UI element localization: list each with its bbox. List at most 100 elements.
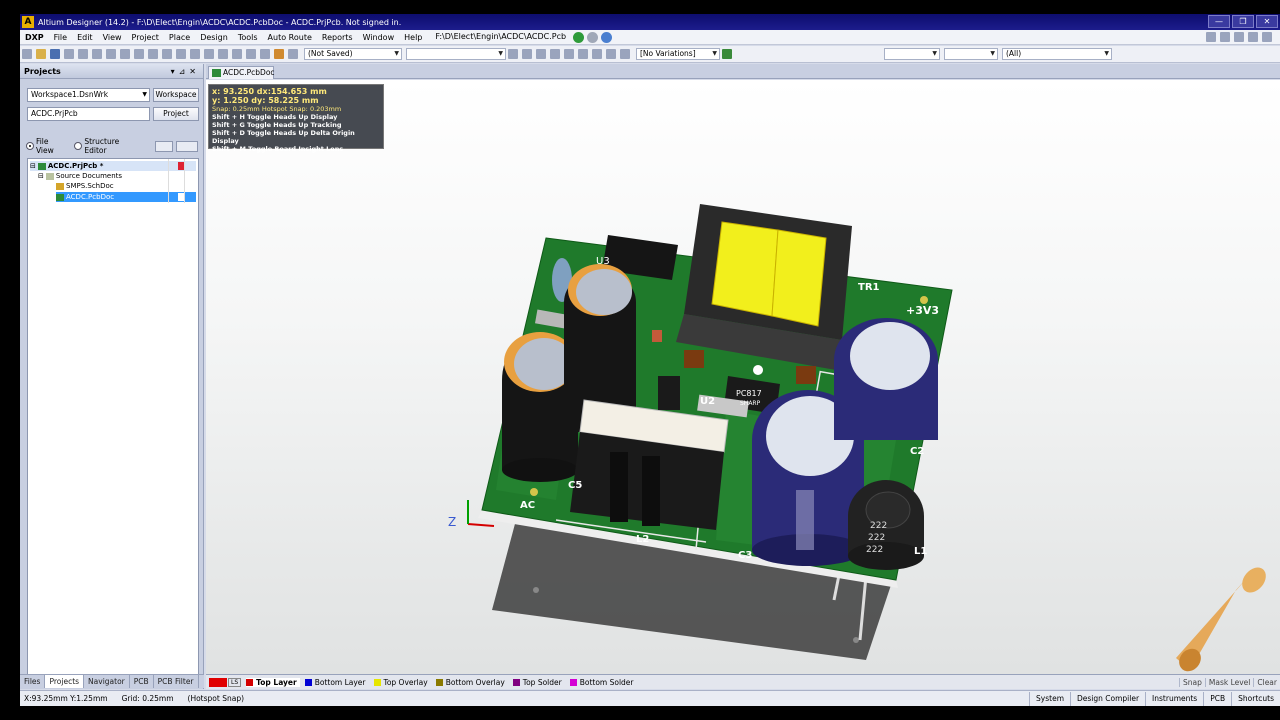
minimize-icon[interactable]: —: [1208, 15, 1230, 28]
menu-project[interactable]: Project: [127, 33, 164, 42]
view-config-combo[interactable]: ▼: [406, 48, 506, 60]
saved-combo[interactable]: (Not Saved) ▼: [304, 48, 402, 60]
highlight-icon[interactable]: [274, 49, 284, 59]
menu-file[interactable]: File: [49, 33, 72, 42]
maximize-icon[interactable]: ❐: [1232, 15, 1254, 28]
move-icon[interactable]: [204, 49, 214, 59]
zoom-area-icon[interactable]: [92, 49, 102, 59]
open-icon[interactable]: [36, 49, 46, 59]
place-component-icon[interactable]: [620, 49, 630, 59]
status-pcb-button[interactable]: PCB: [1203, 692, 1231, 706]
project-button[interactable]: Project: [153, 107, 199, 121]
select-area-icon[interactable]: [190, 49, 200, 59]
back-icon[interactable]: [587, 31, 599, 43]
variations-combo[interactable]: [No Variations] ▼: [636, 48, 720, 60]
menu-view[interactable]: View: [98, 33, 127, 42]
layer-tab-top-layer[interactable]: Top Layer: [246, 677, 300, 687]
paste-icon[interactable]: [162, 49, 172, 59]
print-icon[interactable]: [64, 49, 74, 59]
cut-icon[interactable]: [134, 49, 144, 59]
file-view-radio[interactable]: [26, 142, 34, 150]
help-icon[interactable]: [288, 49, 298, 59]
close-icon[interactable]: ✕: [1256, 15, 1278, 28]
menu-help[interactable]: Help: [399, 33, 427, 42]
clear-button[interactable]: Clear: [1253, 677, 1280, 687]
status-instruments-button[interactable]: Instruments: [1145, 692, 1203, 706]
menu-tools[interactable]: Tools: [233, 33, 263, 42]
menu-auto-route[interactable]: Auto Route: [263, 33, 317, 42]
copy-icon[interactable]: [148, 49, 158, 59]
go-forward-icon[interactable]: [573, 31, 585, 43]
workspace-select[interactable]: Workspace1.DsnWrk ▼: [27, 88, 150, 102]
status-shortcuts-button[interactable]: Shortcuts: [1231, 692, 1280, 706]
zoom-fit-icon[interactable]: [78, 49, 88, 59]
panel-tab-files[interactable]: Files: [20, 675, 46, 688]
variant-icon[interactable]: [722, 49, 732, 59]
menu-edit[interactable]: Edit: [72, 33, 98, 42]
status-design-compiler-button[interactable]: Design Compiler: [1070, 692, 1145, 706]
snap-button[interactable]: Snap: [1179, 677, 1205, 687]
panel-tab-navigator[interactable]: Navigator: [84, 675, 130, 688]
menu-reports[interactable]: Reports: [317, 33, 358, 42]
project-field[interactable]: ACDC.PrjPcb: [27, 107, 150, 121]
filter-combo[interactable]: (All) ▼: [1002, 48, 1112, 60]
current-layer-color[interactable]: [209, 677, 227, 687]
place-via-icon[interactable]: [550, 49, 560, 59]
menu-design[interactable]: Design: [195, 33, 233, 42]
layer-tab-top-solder[interactable]: Top Solder: [512, 678, 565, 687]
z-axis-gizmo: Z: [448, 515, 456, 529]
undo-icon[interactable]: [246, 49, 256, 59]
preferences-icon[interactable]: [1206, 32, 1216, 42]
tree-item-pcb[interactable]: ACDC.PcbDoc: [56, 192, 196, 202]
redo-icon[interactable]: [260, 49, 270, 59]
folder-menu-icon[interactable]: [176, 140, 199, 152]
place-pad-icon[interactable]: [536, 49, 546, 59]
tree-item-source-documents[interactable]: ⊟ Source Documents: [38, 171, 122, 181]
rubber-stamp-icon[interactable]: [176, 49, 186, 59]
layer-tab-bottom-layer[interactable]: Bottom Layer: [304, 678, 369, 687]
place-polygon-icon[interactable]: [592, 49, 602, 59]
panel-tab-pcb-filter[interactable]: PCB Filter: [154, 675, 199, 688]
zoom-selected-icon[interactable]: [106, 49, 116, 59]
place-string-icon[interactable]: [606, 49, 616, 59]
menu-window[interactable]: Window: [358, 33, 400, 42]
panel-tab-pcb[interactable]: PCB: [130, 675, 154, 688]
menu-more-icon[interactable]: [1262, 32, 1272, 42]
status-system-button[interactable]: System: [1029, 692, 1070, 706]
panel-tab-projects[interactable]: Projects: [45, 675, 85, 688]
forward-doc-icon[interactable]: [1220, 32, 1230, 42]
document-path-combo[interactable]: F:\D\Elect\Engin\ACDC\ACDC.Pcb: [431, 31, 570, 43]
arrange-icon[interactable]: [1234, 32, 1244, 42]
deselect-icon[interactable]: [218, 49, 228, 59]
pcb-3d-view[interactable]: U3 TR1 +3V3 U2 C5 L2 C3 L1 C2 AC PC817 S…: [206, 80, 1280, 674]
collapse-icon[interactable]: ⊟: [30, 161, 36, 171]
place-fill-icon[interactable]: [578, 49, 588, 59]
workspace-button[interactable]: Workspace: [153, 88, 199, 102]
place-arc-icon[interactable]: [564, 49, 574, 59]
menu-dxp[interactable]: DXP: [20, 33, 49, 42]
layer-tab-bottom-solder[interactable]: Bottom Solder: [569, 678, 637, 687]
label-l1-marking: 222: [868, 533, 885, 543]
diff-pair-routing-icon[interactable]: [522, 49, 532, 59]
save-icon[interactable]: [50, 49, 60, 59]
collapse-icon[interactable]: ⊟: [38, 171, 44, 181]
layer-tab-top-overlay[interactable]: Top Overlay: [373, 678, 431, 687]
navigate-icon[interactable]: [601, 31, 613, 43]
layer-tab-bottom-overlay[interactable]: Bottom Overlay: [435, 678, 508, 687]
mask-level-button[interactable]: Mask Level: [1204, 677, 1254, 687]
tree-item-sch[interactable]: SMPS.SchDoc: [56, 181, 114, 191]
tree-item-project[interactable]: ⊟ ACDC.PrjPcb *: [30, 161, 196, 171]
panel-controls[interactable]: ▾⊿✕: [171, 64, 200, 79]
list-icon[interactable]: [1248, 32, 1258, 42]
layers-icon[interactable]: [155, 140, 174, 152]
structure-editor-radio[interactable]: [74, 142, 83, 150]
layer-set-combo[interactable]: ▼: [884, 48, 940, 60]
doc-tab-acdc-pcbdoc[interactable]: ACDC.PcbDoc: [208, 66, 275, 79]
blank-combo[interactable]: ▼: [944, 48, 998, 60]
browse-icon[interactable]: [120, 49, 130, 59]
clear-filter-icon[interactable]: [232, 49, 242, 59]
menu-place[interactable]: Place: [164, 33, 195, 42]
layer-set-button[interactable]: LS: [228, 677, 242, 687]
interactive-routing-icon[interactable]: [508, 49, 518, 59]
new-icon[interactable]: [22, 49, 32, 59]
